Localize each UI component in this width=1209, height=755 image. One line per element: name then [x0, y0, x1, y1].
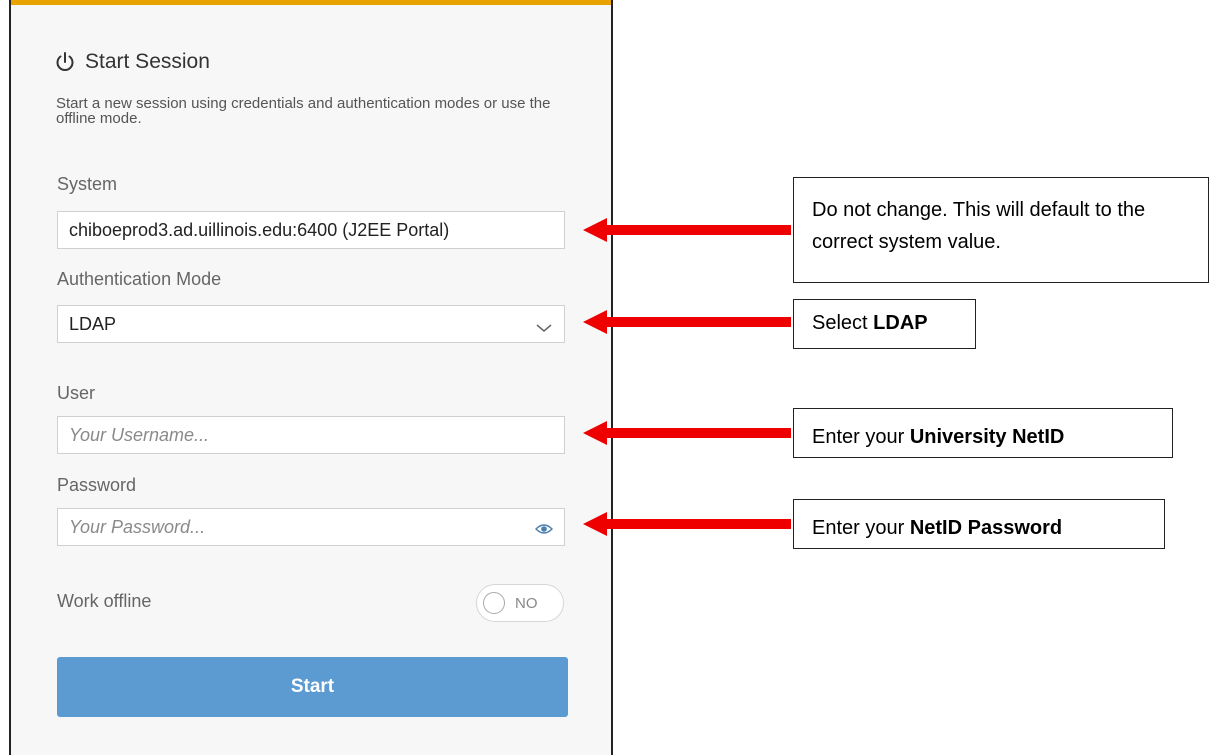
callout-system-text: Do not change. This will default to the …: [812, 199, 1146, 253]
toggle-state: NO: [515, 594, 538, 612]
password-field[interactable]: [57, 508, 565, 546]
arrow-left-icon: [583, 512, 791, 536]
toggle-knob: [483, 592, 505, 614]
dialog-header: Start Session: [54, 50, 210, 74]
dialog-description: Start a new session using credentials an…: [56, 95, 551, 127]
callout-auth-bold: LDAP: [873, 312, 928, 334]
system-value: chiboeprod3.ad.uillinois.edu:6400 (J2EE …: [69, 219, 450, 240]
user-label: User: [57, 383, 96, 403]
system-label: System: [57, 174, 118, 194]
password-label: Password: [57, 475, 137, 495]
chevron-down-icon: [535, 318, 553, 332]
callout-system: Do not change. This will default to the …: [793, 177, 1209, 283]
password-input[interactable]: [69, 516, 535, 538]
start-button[interactable]: Start: [57, 657, 568, 717]
dialog-top-accent: [11, 0, 611, 5]
callout-user: Enter your University NetID: [793, 408, 1173, 458]
auth-mode-label: Authentication Mode: [57, 269, 222, 289]
arrow-left-icon: [583, 310, 791, 334]
arrow-left-icon: [583, 218, 791, 242]
callout-password-prefix: Enter your: [812, 517, 910, 539]
dialog-title: Start Session: [85, 50, 210, 73]
callout-password: Enter your NetID Password: [793, 499, 1165, 549]
callout-auth: Select LDAP: [793, 299, 976, 349]
user-input[interactable]: [69, 424, 553, 446]
callout-auth-prefix: Select: [812, 312, 874, 334]
eye-icon[interactable]: [535, 520, 553, 534]
callout-user-bold: University NetID: [909, 426, 1065, 448]
start-session-dialog: Start Session Start a new session using …: [9, 0, 613, 755]
system-field[interactable]: chiboeprod3.ad.uillinois.edu:6400 (J2EE …: [57, 211, 565, 249]
work-offline-toggle[interactable]: NO: [476, 584, 564, 622]
arrow-left-icon: [583, 421, 791, 445]
work-offline-label: Work offline: [57, 591, 152, 611]
user-field[interactable]: [57, 416, 565, 454]
callout-password-bold: NetID Password: [909, 517, 1063, 539]
power-icon: [54, 51, 76, 73]
auth-mode-select[interactable]: LDAP: [57, 305, 565, 343]
callout-user-prefix: Enter your: [812, 426, 910, 448]
auth-mode-value: LDAP: [69, 313, 117, 334]
